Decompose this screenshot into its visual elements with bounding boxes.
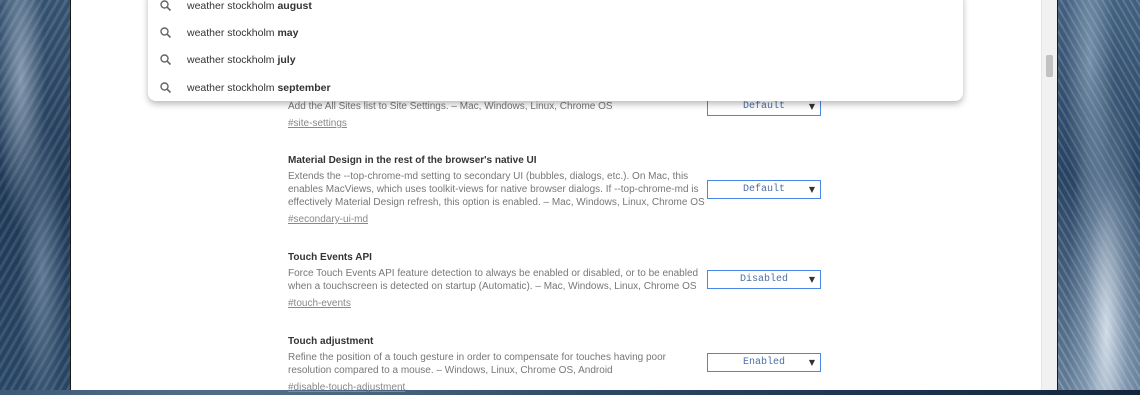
omnibox-suggestion-dropdown: weather stockholm august weather stockho… [148,0,963,101]
flag-title: Touch adjustment [288,336,374,347]
search-icon [160,82,172,94]
suggestion-completion: august [277,0,312,12]
select-value: Default [742,184,785,195]
search-icon [160,0,172,12]
flag-site-settings: Add the All Sites list to Site Settings.… [288,100,708,131]
flag-secondary-ui-md: Material Design in the rest of the brows… [288,154,708,227]
flag-anchor-link[interactable]: #disable-touch-adjustment [288,381,405,394]
desktop-wallpaper-left [0,0,70,390]
flag-description: Extends the --top-chrome-md setting to s… [288,171,705,208]
suggestion-base: weather stockholm [187,82,275,94]
scrollbar-thumb[interactable] [1046,55,1053,77]
select-value: Default [742,101,785,112]
dropdown-arrow-icon: ▼ [808,358,815,367]
suggestion-text: weather stockholm july [187,54,296,66]
flag-select-touch-adjustment[interactable]: Enabled ▼ [707,353,821,372]
flag-anchor-link[interactable]: #site-settings [288,117,347,130]
search-icon [160,54,172,66]
flag-description: Refine the position of a touch gesture i… [288,352,667,376]
suggestion-completion: may [277,27,299,39]
suggestion-item[interactable]: weather stockholm may [148,21,963,45]
flag-touch-adjustment: Touch adjustment Refine the position of … [288,335,708,395]
suggestion-item[interactable]: weather stockholm august [148,0,963,18]
suggestion-base: weather stockholm [187,27,275,39]
suggestion-completion: september [277,82,331,94]
suggestion-base: weather stockholm [187,54,275,66]
flag-anchor-link[interactable]: #secondary-ui-md [288,213,368,226]
flag-anchor-link[interactable]: #touch-events [288,297,351,310]
flag-select-secondary-ui-md[interactable]: Default ▼ [707,180,821,199]
flag-title: Touch Events API [288,252,372,263]
select-value: Disabled [739,274,788,285]
suggestion-base: weather stockholm [187,0,275,12]
flag-description: Add the All Sites list to Site Settings.… [288,101,613,112]
flag-title: Material Design in the rest of the brows… [288,155,537,166]
suggestion-text: weather stockholm august [187,0,312,12]
suggestion-item[interactable]: weather stockholm july [148,48,963,72]
desktop-wallpaper-right [1056,0,1140,390]
suggestion-completion: july [277,54,296,66]
dropdown-arrow-icon: ▼ [808,275,815,284]
search-icon [160,27,172,39]
flag-touch-events: Touch Events API Force Touch Events API … [288,251,708,311]
suggestion-item[interactable]: weather stockholm september [148,76,963,100]
flag-select-touch-events[interactable]: Disabled ▼ [707,270,821,289]
vertical-scrollbar[interactable] [1041,0,1057,390]
suggestion-text: weather stockholm september [187,82,331,94]
select-value: Enabled [742,357,785,368]
dropdown-arrow-icon: ▼ [808,185,815,194]
dropdown-arrow-icon: ▼ [808,102,815,111]
suggestion-text: weather stockholm may [187,27,298,39]
flag-description: Force Touch Events API feature detection… [288,268,699,292]
